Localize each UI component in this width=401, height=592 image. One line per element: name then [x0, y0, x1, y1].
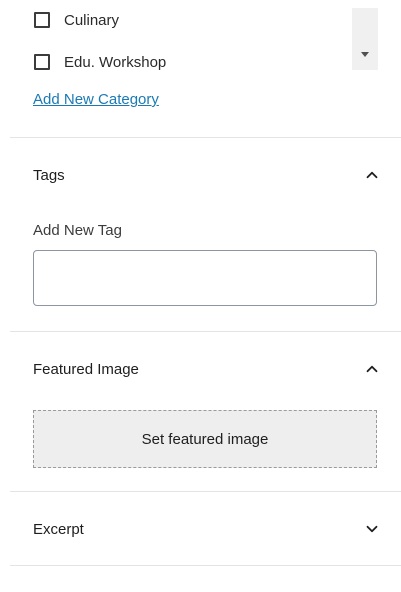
tags-panel-toggle[interactable]: Tags — [10, 151, 391, 199]
category-item-edu-workshop[interactable]: Edu. Workshop — [34, 52, 166, 72]
set-featured-image-button[interactable]: Set featured image — [33, 410, 377, 468]
chevron-up-icon — [366, 171, 378, 179]
panel-divider — [10, 491, 401, 492]
category-list[interactable]: Culinary Edu. Workshop — [20, 0, 378, 72]
panel-divider — [10, 137, 401, 138]
category-checkbox[interactable] — [34, 54, 50, 70]
category-item-culinary[interactable]: Culinary — [34, 10, 119, 30]
category-label: Culinary — [64, 11, 120, 29]
category-checkbox[interactable] — [34, 12, 50, 28]
tags-panel-title: Tags — [33, 166, 65, 184]
category-label: Edu. Workshop — [64, 53, 167, 71]
scroll-down-arrow-icon[interactable] — [361, 52, 369, 57]
chevron-down-icon — [366, 525, 378, 533]
panel-divider — [10, 331, 401, 332]
featured-image-panel-title: Featured Image — [33, 360, 139, 378]
chevron-up-icon — [366, 365, 378, 373]
featured-image-panel-toggle[interactable]: Featured Image — [10, 345, 391, 393]
add-new-category-link[interactable]: Add New Category — [33, 91, 159, 108]
excerpt-panel-toggle[interactable]: Excerpt — [10, 505, 391, 553]
add-new-tag-label: Add New Tag — [33, 222, 122, 239]
excerpt-panel-title: Excerpt — [33, 520, 84, 538]
categories-panel: Culinary Edu. Workshop Add New Category — [0, 0, 401, 138]
add-new-tag-input[interactable] — [33, 250, 377, 306]
panel-divider — [10, 565, 401, 566]
category-list-scrollbar[interactable] — [352, 8, 378, 70]
